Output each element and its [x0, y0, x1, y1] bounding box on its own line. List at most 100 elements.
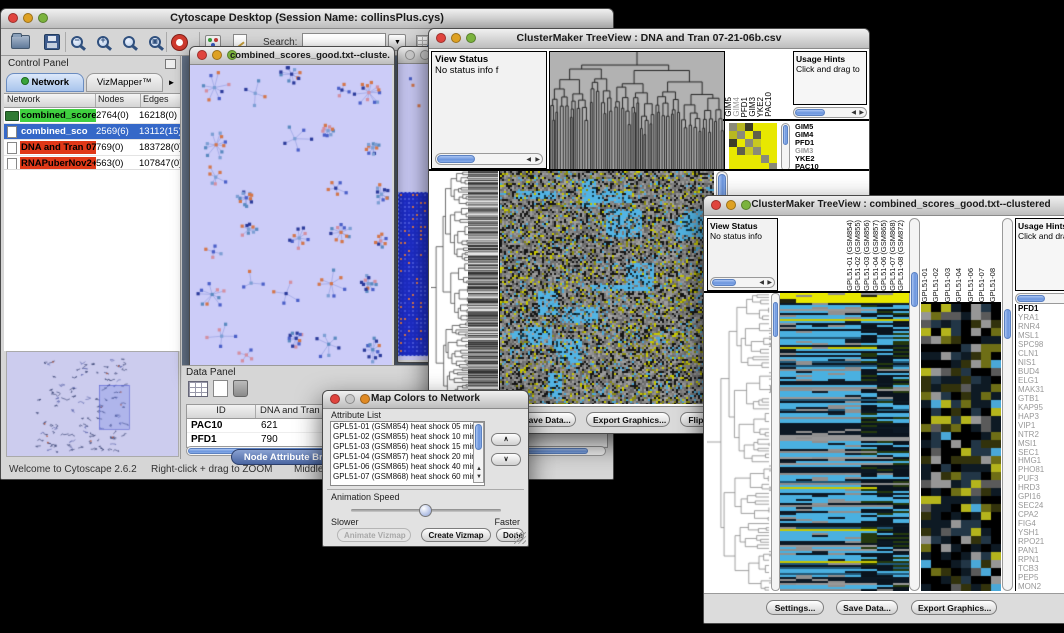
network-row[interactable]: combined_scores2764(0)16218(0)	[4, 108, 180, 124]
new-document-icon[interactable]	[213, 380, 228, 397]
attribute-list-item[interactable]: GPL51-03 (GSM856) heat shock 15 min	[331, 442, 484, 452]
hscrollbar[interactable]	[1015, 293, 1064, 304]
float-panel-icon[interactable]	[165, 59, 176, 69]
scrollbar-thumb[interactable]	[712, 279, 736, 286]
zoom-fit-icon[interactable]: ▣	[149, 36, 161, 48]
scrollbar-thumb[interactable]	[783, 125, 788, 145]
animation-speed-slider[interactable]	[351, 509, 501, 512]
gene-label: GPI16	[1016, 492, 1064, 501]
header-id[interactable]: ID	[187, 405, 256, 418]
treeview2-title-bar[interactable]: ClusterMaker TreeView : combined_scores_…	[704, 196, 1064, 216]
slider-thumb[interactable]	[419, 504, 432, 517]
usage-hints-text: Click and drag to	[794, 64, 866, 74]
save-data-button[interactable]: Save Data...	[836, 600, 898, 615]
treeview1-title-bar[interactable]: ClusterMaker TreeView : DNA and Tran 07-…	[429, 29, 869, 49]
zoom-selected-icon[interactable]	[123, 36, 135, 48]
animate-vizmap-button[interactable]: Animate Vizmap	[337, 528, 411, 542]
vscrollbar[interactable]	[781, 123, 790, 171]
row-dendrogram-canvas[interactable]	[707, 293, 771, 591]
scroll-left-icon[interactable]: ◀	[851, 109, 856, 117]
hscrollbar[interactable]: ◀ ▶	[710, 277, 775, 288]
trash-icon[interactable]	[233, 380, 248, 397]
scrollbar-thumb[interactable]	[1017, 295, 1045, 302]
scrollbar-thumb[interactable]	[475, 424, 482, 450]
scroll-right-icon[interactable]: ▶	[767, 279, 772, 287]
gene-label: RPO21	[1016, 537, 1064, 546]
hscrollbar[interactable]: ◀ ▶	[435, 153, 543, 165]
tab-network[interactable]: Network	[6, 73, 84, 92]
scroll-down-icon[interactable]: ▼	[476, 473, 482, 481]
zoom-in-icon[interactable]: +	[97, 36, 109, 48]
vscrollbar[interactable]	[771, 293, 780, 591]
create-vizmap-button[interactable]: Create Vizmap	[421, 528, 491, 542]
mini-heatmap-cell	[761, 147, 769, 155]
vscrollbar[interactable]	[909, 218, 920, 591]
header-edges[interactable]: Edges	[141, 94, 180, 107]
main-column-labels: GPL51-01 (GSM854)GPL51-02 (GSM855)GPL51-…	[780, 218, 906, 291]
network-row[interactable]: combined_sco2569(6)13112(15)	[4, 124, 180, 140]
scroll-right-icon[interactable]: ▶	[535, 156, 540, 164]
vscrollbar[interactable]: ▲ ▼	[473, 422, 484, 483]
attribute-list-item[interactable]: GPL51-01 (GSM854) heat shock 05 min	[331, 422, 484, 432]
scrollbar-thumb[interactable]	[773, 302, 778, 337]
tab-vizmapper[interactable]: VizMapper™	[86, 73, 164, 92]
vscrollbar[interactable]	[1002, 218, 1013, 591]
settings-button[interactable]: Settings...	[766, 600, 824, 615]
network-row[interactable]: DNA and Tran 07769(0)183728(0)	[4, 140, 180, 156]
header-network[interactable]: Network	[4, 94, 96, 107]
export-graphics-button[interactable]: Export Graphics...	[911, 600, 997, 615]
table-icon[interactable]	[188, 381, 208, 397]
gene-label: PFD1	[1016, 304, 1064, 313]
scrollbar-thumb[interactable]	[795, 109, 825, 116]
gene-label: GTB1	[1016, 394, 1064, 403]
close-icon[interactable]	[197, 50, 207, 60]
attribute-list-item[interactable]: GPL51-06 (GSM865) heat shock 40 min	[331, 462, 484, 472]
export-graphics-button[interactable]: Export Graphics...	[586, 412, 670, 427]
scroll-left-icon[interactable]: ◀	[526, 156, 531, 164]
dialog-title-bar[interactable]: Map Colors to Network	[323, 391, 528, 409]
tab-overflow-icon[interactable]: ►	[165, 78, 178, 87]
mini-heatmap-cell	[769, 123, 777, 131]
close-icon[interactable]	[405, 50, 415, 60]
usage-hints-text: Click and drag to	[1016, 231, 1064, 241]
header-nodes[interactable]: Nodes	[96, 94, 141, 107]
view-status-title: View Status	[708, 219, 777, 231]
network-view-canvas[interactable]	[190, 65, 392, 369]
zoom-out-icon[interactable]: −	[71, 36, 83, 48]
scrollbar-thumb[interactable]	[911, 272, 918, 307]
main-title-bar[interactable]: Cytoscape Desktop (Session Name: collins…	[1, 9, 613, 29]
attribute-list-item[interactable]: GPL51-02 (GSM855) heat shock 10 min	[331, 432, 484, 442]
attribute-list[interactable]: GPL51-01 (GSM854) heat shock 05 minGPL51…	[330, 421, 485, 486]
row-strip-canvas[interactable]	[468, 171, 498, 404]
network-overview-canvas[interactable]	[6, 351, 179, 457]
scroll-up-icon[interactable]: ▲	[476, 465, 482, 473]
global-heatmap-canvas[interactable]	[780, 293, 909, 591]
gene-label: PHO81	[1016, 465, 1064, 474]
attribute-list-item[interactable]: GPL51-04 (GSM857) heat shock 20 min	[331, 452, 484, 462]
resize-grip[interactable]	[514, 532, 526, 544]
gene-name-list[interactable]: PFD1YRA1RNR4MSL1SPC98CLN1NIS1BUD4ELG1MAK…	[1015, 304, 1064, 591]
mini-heatmap-row	[729, 147, 777, 155]
scroll-left-icon[interactable]: ◀	[759, 279, 764, 287]
row-dendrogram-canvas[interactable]	[431, 171, 468, 404]
mini-heatmap[interactable]	[729, 123, 777, 171]
scroll-right-icon[interactable]: ▶	[859, 109, 864, 117]
network-row[interactable]: RNAPuberNov2+563(0)107847(0)	[4, 156, 180, 169]
network-window-1: combined_scores_good.txt--cluste...	[189, 46, 395, 371]
mini-heatmap-cell	[761, 139, 769, 147]
global-heatmap-canvas[interactable]	[499, 171, 714, 404]
scrollbar-thumb[interactable]	[437, 155, 475, 163]
column-dendrogram-canvas[interactable]	[549, 51, 725, 171]
zoom-heatmap-canvas[interactable]	[921, 304, 1001, 591]
move-up-button[interactable]: ∧	[491, 433, 521, 446]
mini-heatmap-row	[729, 131, 777, 139]
save-icon[interactable]	[44, 34, 60, 50]
scrollbar-thumb[interactable]	[1004, 309, 1011, 339]
open-icon[interactable]	[11, 35, 30, 49]
hscrollbar[interactable]: ◀ ▶	[793, 107, 867, 118]
help-icon[interactable]	[172, 35, 187, 50]
minimize-icon[interactable]	[212, 50, 222, 60]
attribute-list-item[interactable]: GPL51-07 (GSM868) heat shock 60 min	[331, 472, 484, 482]
move-down-button[interactable]: ∨	[491, 453, 521, 466]
network-window-1-title-bar[interactable]: combined_scores_good.txt--cluste...	[190, 47, 394, 65]
